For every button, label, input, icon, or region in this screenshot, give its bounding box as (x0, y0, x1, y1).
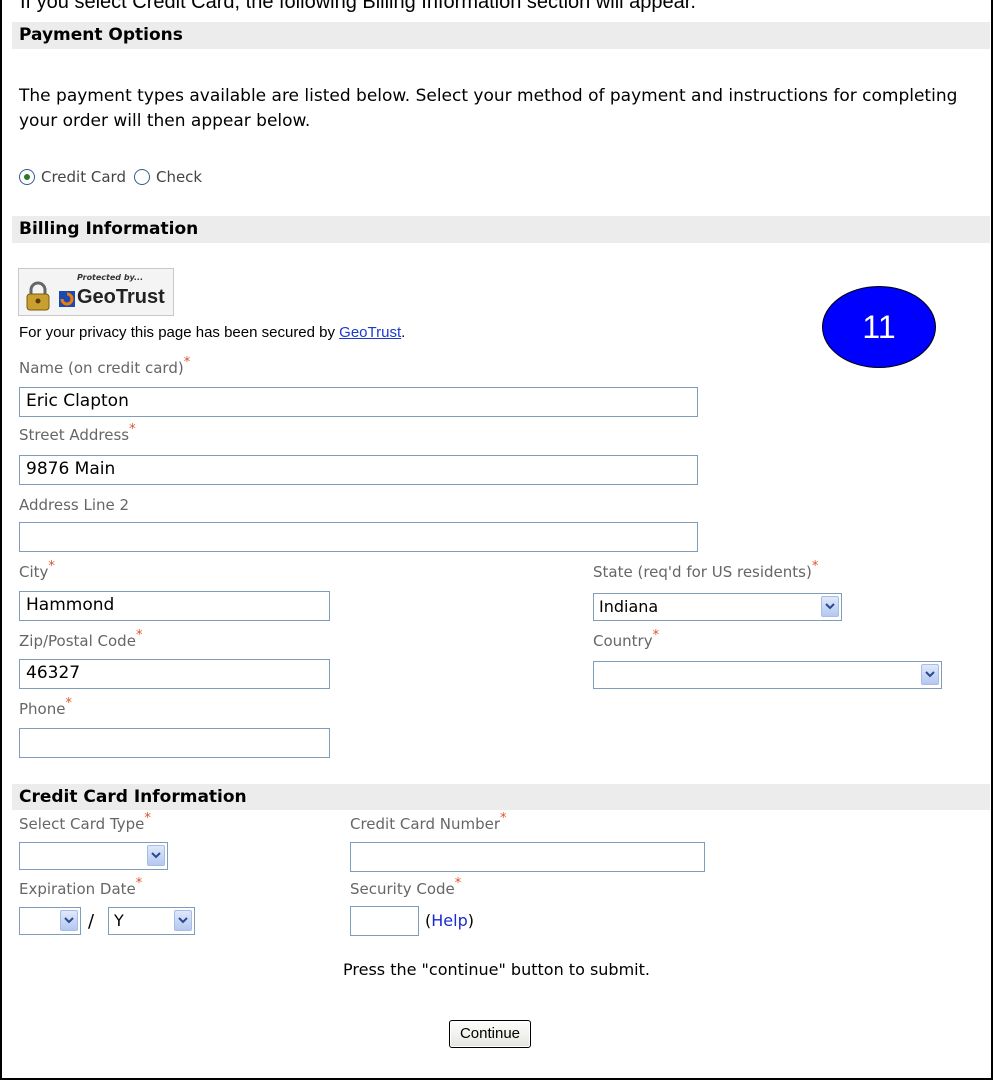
continue-button[interactable]: Continue (449, 1020, 531, 1048)
security-code-input[interactable] (350, 906, 419, 936)
required-marker: * (65, 696, 72, 711)
required-marker: * (500, 811, 507, 826)
payment-intro-text: The payment types available are listed b… (19, 86, 958, 131)
chevron-down-icon[interactable] (921, 664, 939, 685)
card-number-input[interactable] (350, 842, 705, 872)
state-select[interactable]: Indiana (593, 593, 842, 621)
address-line-2-input[interactable] (19, 522, 698, 552)
required-marker: * (811, 559, 819, 574)
expiration-year-select[interactable]: Y (108, 907, 195, 935)
street-address-label: Street Address* (19, 422, 136, 444)
expiration-label-text: Expiration Date (19, 880, 136, 898)
phone-label-text: Phone (19, 700, 66, 718)
card-type-label-text: Select Card Type (19, 815, 145, 833)
geotrust-seal[interactable]: Protected by... GeoTrust (18, 268, 174, 316)
chevron-down-icon[interactable] (821, 596, 839, 617)
required-marker: * (652, 628, 660, 643)
security-code-label: Security Code* (350, 876, 461, 898)
phone-input[interactable] (19, 728, 330, 758)
privacy-text: For your privacy this page has been secu… (19, 324, 340, 341)
payment-options-header: Payment Options (12, 22, 990, 49)
geotrust-link[interactable]: GeoTrust (339, 324, 401, 341)
submit-instruction: Press the "continue" button to submit. (343, 960, 650, 979)
privacy-statement: For your privacy this page has been secu… (19, 324, 405, 341)
expiration-month-select[interactable] (19, 907, 81, 935)
credit-card-radio-label[interactable]: Credit Card (41, 168, 126, 186)
country-select[interactable] (593, 661, 942, 689)
security-help: (Help) (425, 911, 474, 930)
address-line-2-label: Address Line 2 (19, 496, 130, 514)
street-address-input[interactable]: 9876 Main (19, 455, 698, 485)
card-type-select[interactable] (19, 842, 168, 870)
check-radio[interactable] (133, 169, 150, 185)
city-input[interactable]: Hammond (19, 591, 330, 621)
required-marker: * (135, 876, 143, 891)
expiration-year-value: Y (114, 911, 124, 930)
country-label: Country* (593, 628, 659, 650)
step-number-callout: 11 (822, 286, 936, 368)
geotrust-logo-icon (59, 291, 75, 307)
expiration-date-label: Expiration Date* (19, 876, 142, 898)
chevron-down-icon[interactable] (147, 845, 165, 866)
expiration-separator: / (88, 911, 95, 932)
chevron-down-icon[interactable] (60, 910, 78, 931)
billing-information-header: Billing Information (12, 216, 990, 243)
padlock-icon (26, 281, 50, 311)
seal-brand-text: GeoTrust (77, 286, 165, 308)
privacy-end: . (401, 324, 406, 341)
required-marker: * (135, 628, 143, 643)
payment-type-radio-group: Credit Card Check (19, 165, 210, 189)
state-label-text: State (req'd for US residents) (593, 563, 812, 581)
security-label-text: Security Code (350, 880, 455, 898)
required-marker: * (454, 876, 462, 891)
credit-card-information-header: Credit Card Information (12, 784, 990, 810)
required-marker: * (129, 422, 136, 437)
zip-label: Zip/Postal Code* (19, 628, 142, 650)
check-radio-label[interactable]: Check (156, 168, 202, 186)
zip-input[interactable]: 46327 (19, 659, 330, 689)
required-marker: * (48, 559, 55, 574)
help-link[interactable]: Help (431, 911, 467, 930)
state-select-value: Indiana (599, 597, 659, 616)
city-label-text: City (19, 563, 49, 581)
card-number-label-text: Credit Card Number (350, 815, 500, 833)
street-label-text: Street Address (19, 426, 130, 444)
name-input[interactable]: Eric Clapton (19, 387, 698, 417)
city-label: City* (19, 559, 55, 581)
country-label-text: Country (593, 632, 653, 650)
chevron-down-icon[interactable] (174, 910, 192, 931)
help-close-paren: ) (467, 911, 474, 930)
required-marker: * (144, 811, 151, 826)
required-marker: * (183, 355, 191, 370)
caption-text: If you select Credit Card, the following… (20, 0, 696, 13)
card-number-label: Credit Card Number* (350, 811, 507, 833)
phone-label: Phone* (19, 696, 72, 718)
state-label: State (req'd for US residents)* (593, 559, 818, 581)
zip-label-text: Zip/Postal Code (19, 632, 136, 650)
seal-small-text: Protected by... (77, 273, 144, 282)
credit-card-radio[interactable] (19, 169, 35, 185)
name-label: Name (on credit card)* (19, 355, 190, 377)
card-type-label: Select Card Type* (19, 811, 151, 833)
name-label-text: Name (on credit card) (19, 359, 184, 377)
